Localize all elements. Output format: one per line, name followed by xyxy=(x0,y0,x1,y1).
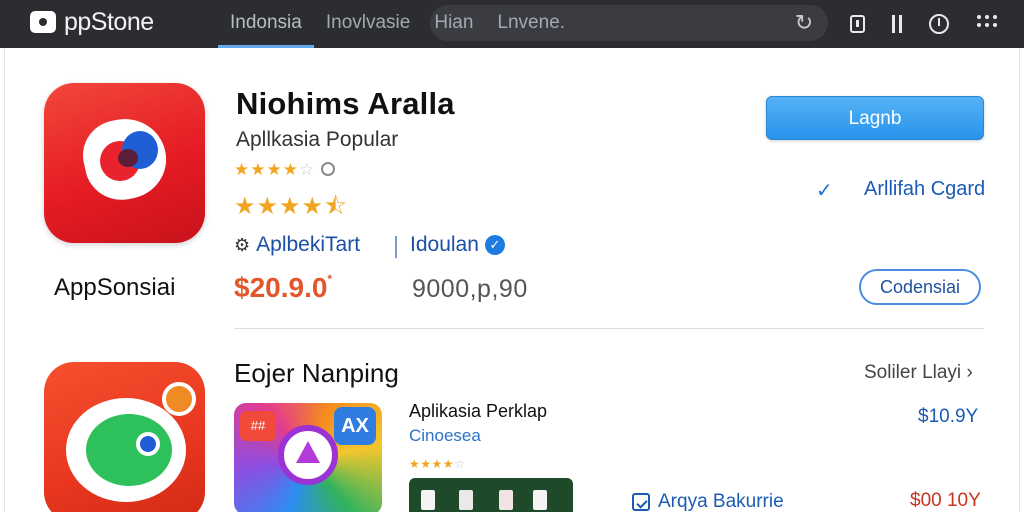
developer-name: AplbekiTart xyxy=(256,233,361,256)
app-store-logo[interactable]: ppStone xyxy=(30,8,154,36)
app-price: $20.9.0* xyxy=(234,272,333,303)
gear-icon: ⚙ xyxy=(234,234,251,255)
app-tile-icon[interactable]: ## AX xyxy=(234,403,382,512)
section-title: Eojer Nanping xyxy=(234,358,399,388)
tab-inovlvasie[interactable]: Inovlvasie xyxy=(314,0,423,48)
app-title: Niohims Aralla xyxy=(236,86,455,121)
chevron-right-icon: › xyxy=(966,362,973,383)
card-link[interactable]: Arllifah Cgard xyxy=(864,178,985,201)
store-bag-icon xyxy=(30,11,56,33)
verified-icon: ✓ xyxy=(484,235,505,256)
top-bar: ppStone ↻ Indonsia Inovlvasie Hian Lnven… xyxy=(0,0,1024,48)
list-app-secondary-price: $00 10Y xyxy=(910,490,981,511)
star-icon: ★ xyxy=(234,193,257,220)
featured-icon-caption: AppSonsiai xyxy=(54,274,176,301)
store-link[interactable]: Arqya Bakurrie xyxy=(632,491,784,512)
chat-app-icon[interactable] xyxy=(44,362,205,512)
list-app-rating: ★★★★☆ xyxy=(409,457,465,471)
columns-icon[interactable] xyxy=(882,8,912,38)
divider xyxy=(395,236,397,258)
star-icon: ★ xyxy=(256,193,280,220)
star-icon: ★ xyxy=(442,457,455,471)
list-app-title[interactable]: Aplikasia Perklap xyxy=(409,401,547,422)
checkbox-icon xyxy=(632,493,650,511)
info-icon[interactable] xyxy=(321,161,336,176)
clock-icon[interactable] xyxy=(924,8,954,38)
secondary-price: 9000,p,90 xyxy=(412,275,528,303)
logo-text: ppStone xyxy=(64,7,154,36)
tab-indonsia[interactable]: Indonsia xyxy=(218,0,314,48)
star-icon: ★ xyxy=(266,160,283,179)
star-icon: ★ xyxy=(431,457,443,471)
grid-menu-icon[interactable] xyxy=(972,8,1002,38)
section-divider xyxy=(234,328,984,329)
star-icon: ☆ xyxy=(299,160,316,179)
triangle-logo-icon xyxy=(278,425,338,485)
tile-badge-right: AX xyxy=(334,407,376,445)
star-icon: ★ xyxy=(282,160,299,179)
region-tabs: Indonsia Inovlvasie Hian Lnvene. xyxy=(218,0,577,48)
list-app-category[interactable]: Cinoesea xyxy=(409,426,481,446)
star-icon: ★ xyxy=(420,457,432,471)
star-icon: ★ xyxy=(234,160,251,179)
star-icon: ★ xyxy=(301,193,325,220)
star-icon: ★ xyxy=(409,457,421,471)
window-icon[interactable] xyxy=(842,8,872,38)
tile-badge-left: ## xyxy=(240,411,276,441)
see-all-link[interactable]: Soliler Llayi › xyxy=(864,362,973,384)
rating-stars-large: ★★★★⯪ xyxy=(234,189,348,230)
refresh-icon[interactable]: ↻ xyxy=(790,9,818,37)
star-icon: ⯪ xyxy=(324,193,348,220)
list-app-price: $10.9Y xyxy=(918,406,979,427)
app-subtitle: Apllkasia Popular xyxy=(236,128,399,151)
checkmark-icon: ✓ xyxy=(816,180,833,202)
star-icon: ★ xyxy=(250,160,267,179)
game-screenshot[interactable] xyxy=(409,478,573,512)
developer-link[interactable]: ⚙ AplbekiTart xyxy=(234,233,360,257)
get-button[interactable]: Lagnb xyxy=(766,96,984,140)
tab-hian[interactable]: Hian xyxy=(422,0,485,48)
featured-app-icon[interactable] xyxy=(44,83,205,243)
star-icon: ☆ xyxy=(454,457,466,471)
tab-lnvene[interactable]: Lnvene. xyxy=(485,0,577,48)
rating-stars-small: ★★★★☆ xyxy=(234,160,336,180)
star-icon: ★ xyxy=(279,193,302,220)
language-label: Idoulan ✓ xyxy=(410,233,505,257)
details-button[interactable]: Codensiai xyxy=(859,269,981,305)
